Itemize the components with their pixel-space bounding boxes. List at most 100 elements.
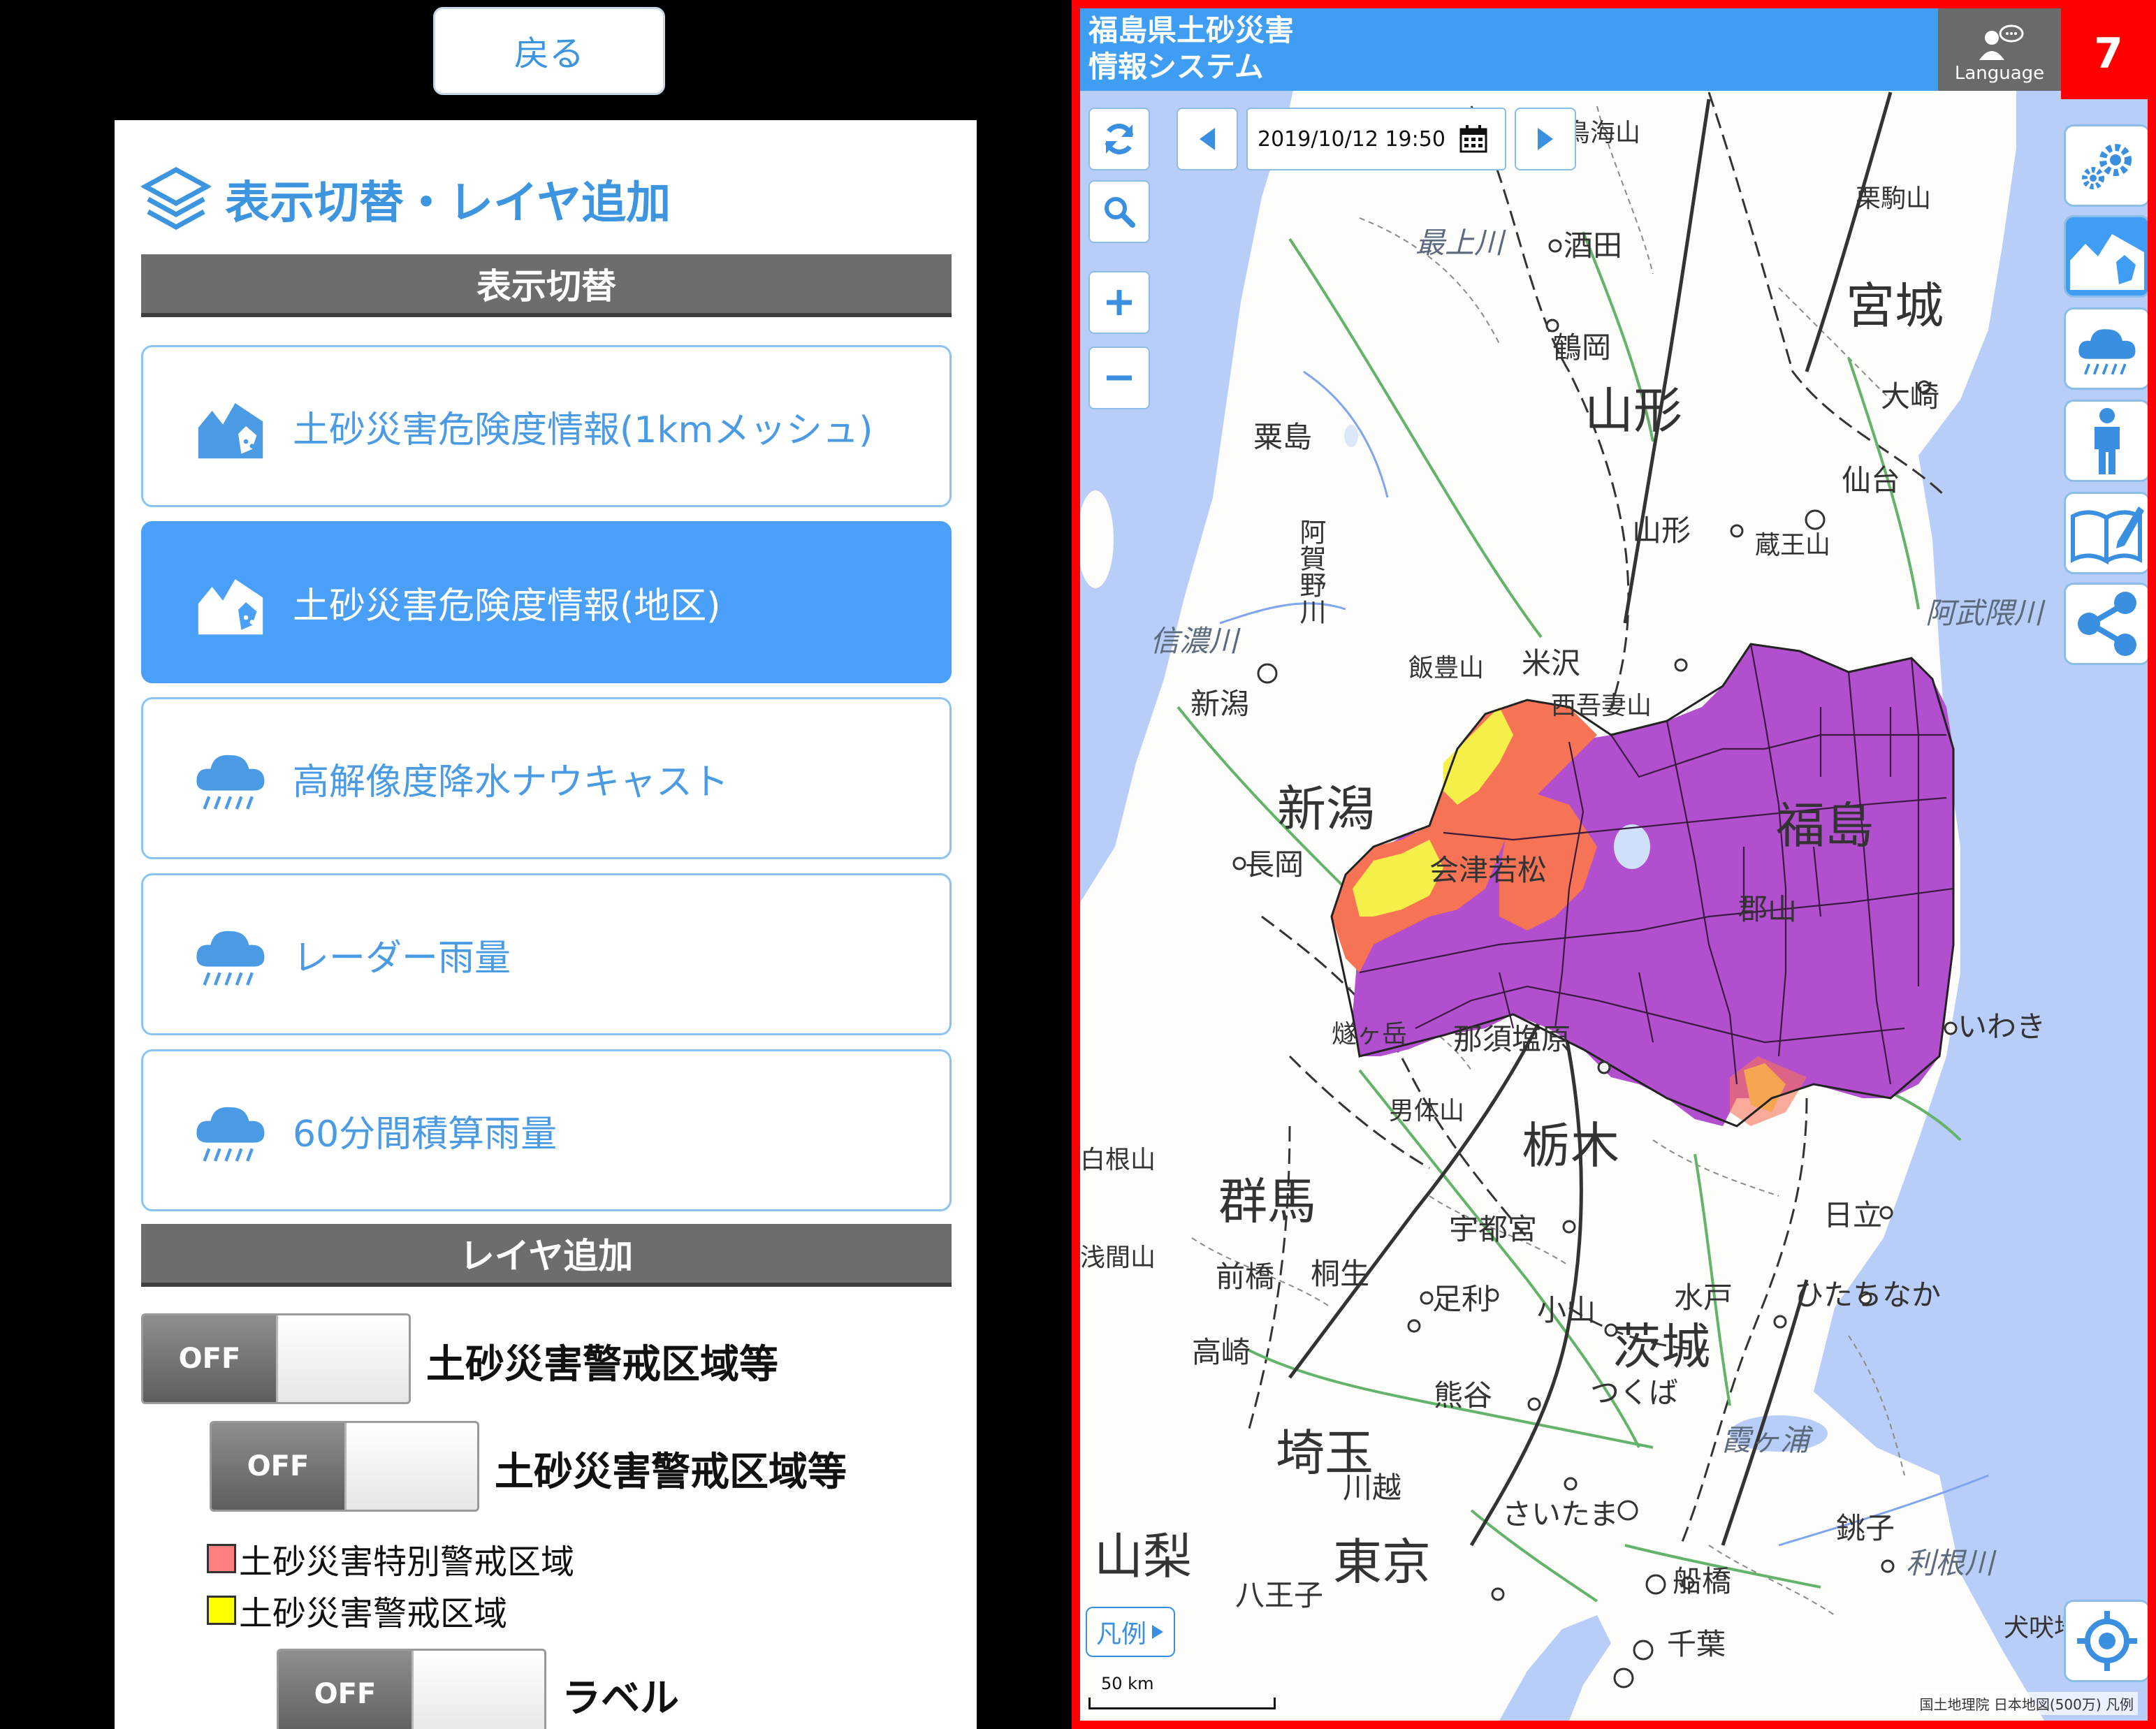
- zoom-in-button[interactable]: [1088, 271, 1150, 334]
- map-label-tochigi: 栃木: [1522, 1117, 1619, 1174]
- manual-button[interactable]: [2064, 492, 2148, 574]
- map-label-nagaoka: 長岡: [1245, 847, 1304, 882]
- map-label-yamanashi: 山梨: [1094, 1528, 1192, 1585]
- map-label-ibaraki: 茨城: [1612, 1318, 1710, 1376]
- map-label-niigata-city: 新潟: [1190, 687, 1249, 721]
- rain-60min-button[interactable]: 60分間積算雨量: [141, 1049, 952, 1211]
- prev-time-button[interactable]: [1177, 108, 1238, 170]
- zoom-out-button[interactable]: [1088, 346, 1150, 409]
- landslide-icon: [198, 579, 263, 635]
- rain-cloud-icon: [196, 754, 265, 810]
- map-label-fukushima: 福島: [1776, 797, 1874, 854]
- map-label-tokyo: 東京: [1333, 1533, 1431, 1591]
- landslide-layer-button[interactable]: [2064, 215, 2148, 298]
- legend-swatch-red: [207, 1544, 236, 1573]
- map-label-niigata: 新潟: [1277, 780, 1375, 838]
- map-label-yamagata: 山形: [1585, 382, 1682, 439]
- settings-button[interactable]: [2064, 124, 2148, 207]
- toggle-knob[interactable]: [344, 1423, 477, 1510]
- person-chat-icon: [1979, 24, 2024, 60]
- map-label-utsunomiya: 宇都宮: [1449, 1212, 1537, 1246]
- datetime-value: 2019/10/12 19:50: [1258, 126, 1445, 152]
- map-label-tsukuba: つくば: [1590, 1376, 1678, 1410]
- scale-bar: [1088, 1698, 1276, 1709]
- map-label-kiryu: 桐生: [1311, 1257, 1369, 1291]
- legend-warning-label: 土砂災害警戒区域: [239, 1594, 508, 1633]
- map-label-koriyama: 郡山: [1738, 892, 1797, 926]
- label-toggle[interactable]: OFF: [277, 1649, 546, 1729]
- landslide-district-label: 土砂災害危険度情報(地区): [293, 585, 721, 627]
- landslide-icon: [198, 403, 263, 459]
- target-icon: [2077, 1611, 2137, 1671]
- label-toggle-label: ラベル: [562, 1676, 679, 1721]
- plus-icon: [1107, 290, 1132, 315]
- refresh-button[interactable]: [1088, 108, 1150, 170]
- legend-button-label: 凡例: [1095, 1620, 1146, 1649]
- next-time-button[interactable]: [1515, 108, 1576, 170]
- rain-layer-button[interactable]: [2064, 307, 2148, 390]
- awashima-island: [1344, 425, 1358, 447]
- map-view[interactable]: 宮城 山形 新潟 福島 栃木 群馬 茨城 埼玉 東京 山梨 酒田 鶴岡 仙台 山…: [1072, 0, 2156, 1729]
- landslide-icon: [2070, 234, 2144, 290]
- map-label-mogami-river: 最上川: [1415, 226, 1506, 260]
- legend-button[interactable]: 凡例: [1086, 1607, 1175, 1657]
- map-label-oyama: 小山: [1537, 1293, 1596, 1327]
- nowcast-label: 高解像度降水ナウキャスト: [293, 761, 729, 803]
- rain-60min-label: 60分間積算雨量: [293, 1113, 558, 1155]
- rain-cloud-icon: [196, 1107, 265, 1162]
- legend-special-label: 土砂災害特別警戒区域: [239, 1542, 575, 1582]
- layers-icon: [141, 167, 211, 230]
- calendar-icon[interactable]: [1458, 124, 1489, 154]
- rain-cloud-icon: [196, 931, 265, 986]
- minus-icon: [1107, 375, 1132, 381]
- language-label: Language: [1954, 63, 2045, 84]
- layer-section-header: レイヤ追加: [141, 1224, 952, 1287]
- map-label-funabashi: 船橋: [1673, 1564, 1731, 1598]
- back-button[interactable]: 戻る: [433, 7, 665, 95]
- toggle-state: OFF: [143, 1315, 276, 1402]
- panel-title: 表示切替・レイヤ追加: [141, 161, 671, 238]
- share-button[interactable]: [2064, 583, 2148, 665]
- toggle-knob[interactable]: [411, 1651, 544, 1729]
- map-label-yonezawa: 米沢: [1522, 646, 1580, 680]
- map-label-awashima: 粟島: [1253, 420, 1312, 454]
- map-label-yamagata-city: 山形: [1632, 513, 1691, 548]
- search-button[interactable]: [1088, 180, 1150, 243]
- app-header: 福島県土砂災害 情報システム: [1080, 8, 1938, 91]
- radar-rain-label: レーダー雨量: [293, 937, 511, 979]
- map-attribution[interactable]: 国土地理院 日本地図(500万) 凡例: [1915, 1692, 2138, 1715]
- map-label-chokai: 鳥海山: [1565, 119, 1640, 147]
- language-button[interactable]: Language: [1938, 8, 2061, 91]
- radar-rain-button[interactable]: レーダー雨量: [141, 873, 952, 1035]
- map-label-nasushiobara: 那須塩原: [1453, 1022, 1571, 1056]
- map-label-aizu: 会津若松: [1429, 853, 1547, 887]
- map-canvas[interactable]: 宮城 山形 新潟 福島 栃木 群馬 茨城 埼玉 東京 山梨 酒田 鶴岡 仙台 山…: [1080, 8, 2148, 1721]
- refresh-icon: [1105, 124, 1134, 154]
- map-label-takasaki: 高崎: [1192, 1335, 1251, 1369]
- toggle-knob[interactable]: [276, 1315, 409, 1402]
- gear-icon: [2082, 144, 2132, 189]
- landslide-mesh-label: 土砂災害危険度情報(1kmメッシュ): [293, 409, 873, 451]
- nowcast-button[interactable]: 高解像度降水ナウキャスト: [141, 697, 952, 859]
- map-label-ashikaga: 足利: [1432, 1282, 1491, 1316]
- map-label-miyagi: 宮城: [1846, 277, 1944, 335]
- map-label-kurikoma: 栗駒山: [1856, 184, 1931, 213]
- inawashiro-lake: [1614, 824, 1650, 869]
- scale-label: 50 km: [1101, 1674, 1154, 1693]
- datetime-field[interactable]: 2019/10/12 19:50: [1246, 108, 1506, 170]
- landslide-district-button[interactable]: 土砂災害危険度情報(地区): [141, 521, 952, 683]
- current-location-button[interactable]: [2064, 1600, 2148, 1682]
- map-label-shirane: 白根山: [1080, 1146, 1156, 1174]
- map-label-maebashi: 前橋: [1216, 1260, 1274, 1294]
- map-label-agano-river: 阿賀野川: [1295, 518, 1326, 625]
- map-label-iwaki: いわき: [1958, 1009, 2046, 1044]
- warning-area-toggle[interactable]: OFF: [141, 1313, 411, 1404]
- landslide-mesh-button[interactable]: 土砂災害危険度情報(1kmメッシュ): [141, 345, 952, 507]
- map-label-mito: 水戸: [1674, 1281, 1733, 1315]
- warning-area-sub-toggle[interactable]: OFF: [210, 1421, 479, 1512]
- person-button[interactable]: [2064, 400, 2148, 482]
- book-edit-icon: [2071, 506, 2144, 565]
- map-label-kawagoe: 川越: [1343, 1471, 1401, 1505]
- warning-area-label: 土砂災害警戒区域等: [426, 1342, 778, 1387]
- share-icon: [2078, 592, 2136, 656]
